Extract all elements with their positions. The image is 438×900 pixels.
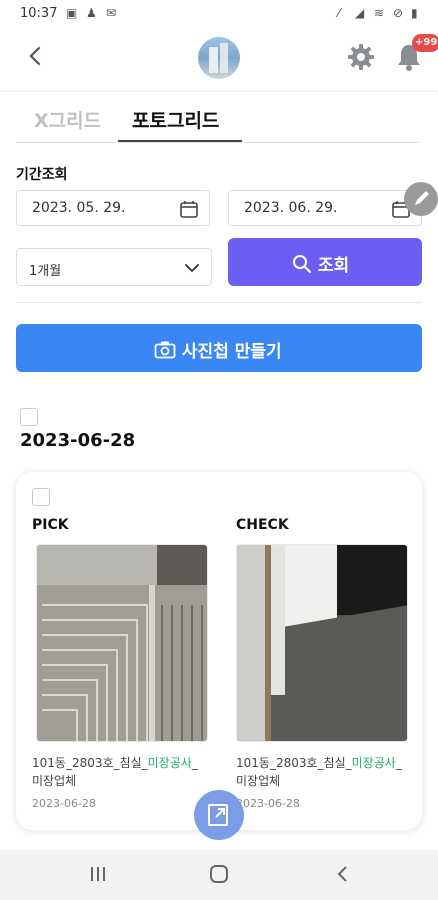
mute-icon: ⁄ — [338, 6, 341, 20]
building-image — [220, 43, 228, 73]
mail-notification-icon: ✉ — [106, 6, 117, 20]
calendar-icon — [180, 201, 198, 218]
pick-caption-main: 101동_2803호_침실_ — [32, 756, 148, 770]
search-button[interactable]: 조회 — [228, 238, 422, 286]
floor-finish-photo — [237, 545, 407, 741]
pencil-icon — [415, 191, 429, 205]
system-nav-bar — [0, 850, 438, 900]
range-select[interactable]: 1개월 — [16, 248, 212, 286]
group-checkbox[interactable] — [20, 408, 38, 426]
gear-icon — [348, 44, 374, 70]
pick-caption: 101동_2803호_침실_미장공사_미장업체 — [32, 754, 208, 790]
chevron-down-icon — [185, 264, 199, 273]
card-checkbox[interactable] — [32, 488, 50, 506]
check-caption-highlight: 미장공사 — [351, 756, 396, 770]
search-button-label: 조회 — [317, 256, 350, 276]
search-button-content: 조회 — [292, 251, 349, 276]
tab-x-grid[interactable]: X그리드 — [34, 106, 101, 133]
status-time: 10:37 — [20, 6, 58, 21]
settings-button[interactable] — [346, 42, 376, 72]
wifi-icon: ≋ — [374, 6, 385, 20]
camera-icon — [154, 341, 176, 359]
notification-badge: +99 — [412, 34, 438, 52]
pick-date: 2023-06-28 — [32, 797, 96, 810]
section-divider — [16, 302, 422, 303]
tab-divider — [16, 142, 420, 143]
start-date-value: 2023. 05. 29. — [32, 200, 126, 216]
floor-heating-photo — [37, 545, 207, 741]
back-button[interactable] — [22, 42, 50, 70]
check-caption: 101동_2803호_침실_미장공사_미장업체 — [236, 754, 412, 790]
recent-apps-icon[interactable] — [88, 864, 108, 884]
edit-button[interactable] — [404, 182, 438, 216]
make-album-button[interactable]: 사진첩 만들기 — [16, 324, 422, 372]
end-date-field[interactable]: 2023. 06. 29. — [228, 190, 422, 226]
share-fab[interactable] — [194, 790, 244, 840]
share-icon — [208, 804, 228, 826]
photo-card: PICK 101동_2803호_침실_미장공사_미장업체 2023-06-28 … — [16, 472, 422, 830]
period-label: 기간조회 — [16, 167, 68, 183]
end-date-value: 2023. 06. 29. — [244, 200, 338, 216]
range-select-value: 1개월 — [29, 264, 62, 279]
app-header: +99 — [0, 28, 438, 90]
group-date-heading: 2023-06-28 — [20, 430, 136, 451]
person-notification-icon: ♟ — [86, 6, 97, 20]
project-avatar[interactable] — [198, 37, 240, 79]
dnd-icon: ⊘ — [393, 6, 404, 20]
chevron-left-icon — [29, 46, 41, 66]
content-panel: X그리드 포토그리드 기간조회 2023. 05. 29. 2023. 06. … — [0, 92, 438, 850]
start-date-field[interactable]: 2023. 05. 29. — [16, 190, 210, 226]
tab-photo-grid[interactable]: 포토그리드 — [132, 106, 219, 133]
signal-icon: ◢ — [355, 6, 365, 20]
check-caption-main: 101동_2803호_침실_ — [236, 756, 352, 770]
building-image — [209, 47, 218, 73]
pick-photo[interactable] — [36, 544, 208, 742]
status-bar: 10:37 ▣ ♟ ✉ ⁄ ◢ ≋ ⊘ ▮ — [0, 0, 438, 28]
battery-icon: ▮ — [411, 6, 418, 20]
check-date: 2023-06-28 — [236, 797, 300, 810]
make-album-content: 사진첩 만들기 — [154, 337, 282, 362]
pick-caption-highlight: 미장공사 — [147, 756, 192, 770]
check-title: CHECK — [236, 517, 289, 533]
search-icon — [293, 255, 312, 274]
home-icon[interactable] — [209, 864, 229, 884]
active-tab-indicator — [118, 140, 242, 142]
pick-title: PICK — [32, 517, 69, 533]
image-notification-icon: ▣ — [66, 6, 78, 20]
make-album-label: 사진첩 만들기 — [181, 342, 282, 362]
system-back-icon[interactable] — [333, 864, 353, 884]
check-photo[interactable] — [236, 544, 408, 742]
